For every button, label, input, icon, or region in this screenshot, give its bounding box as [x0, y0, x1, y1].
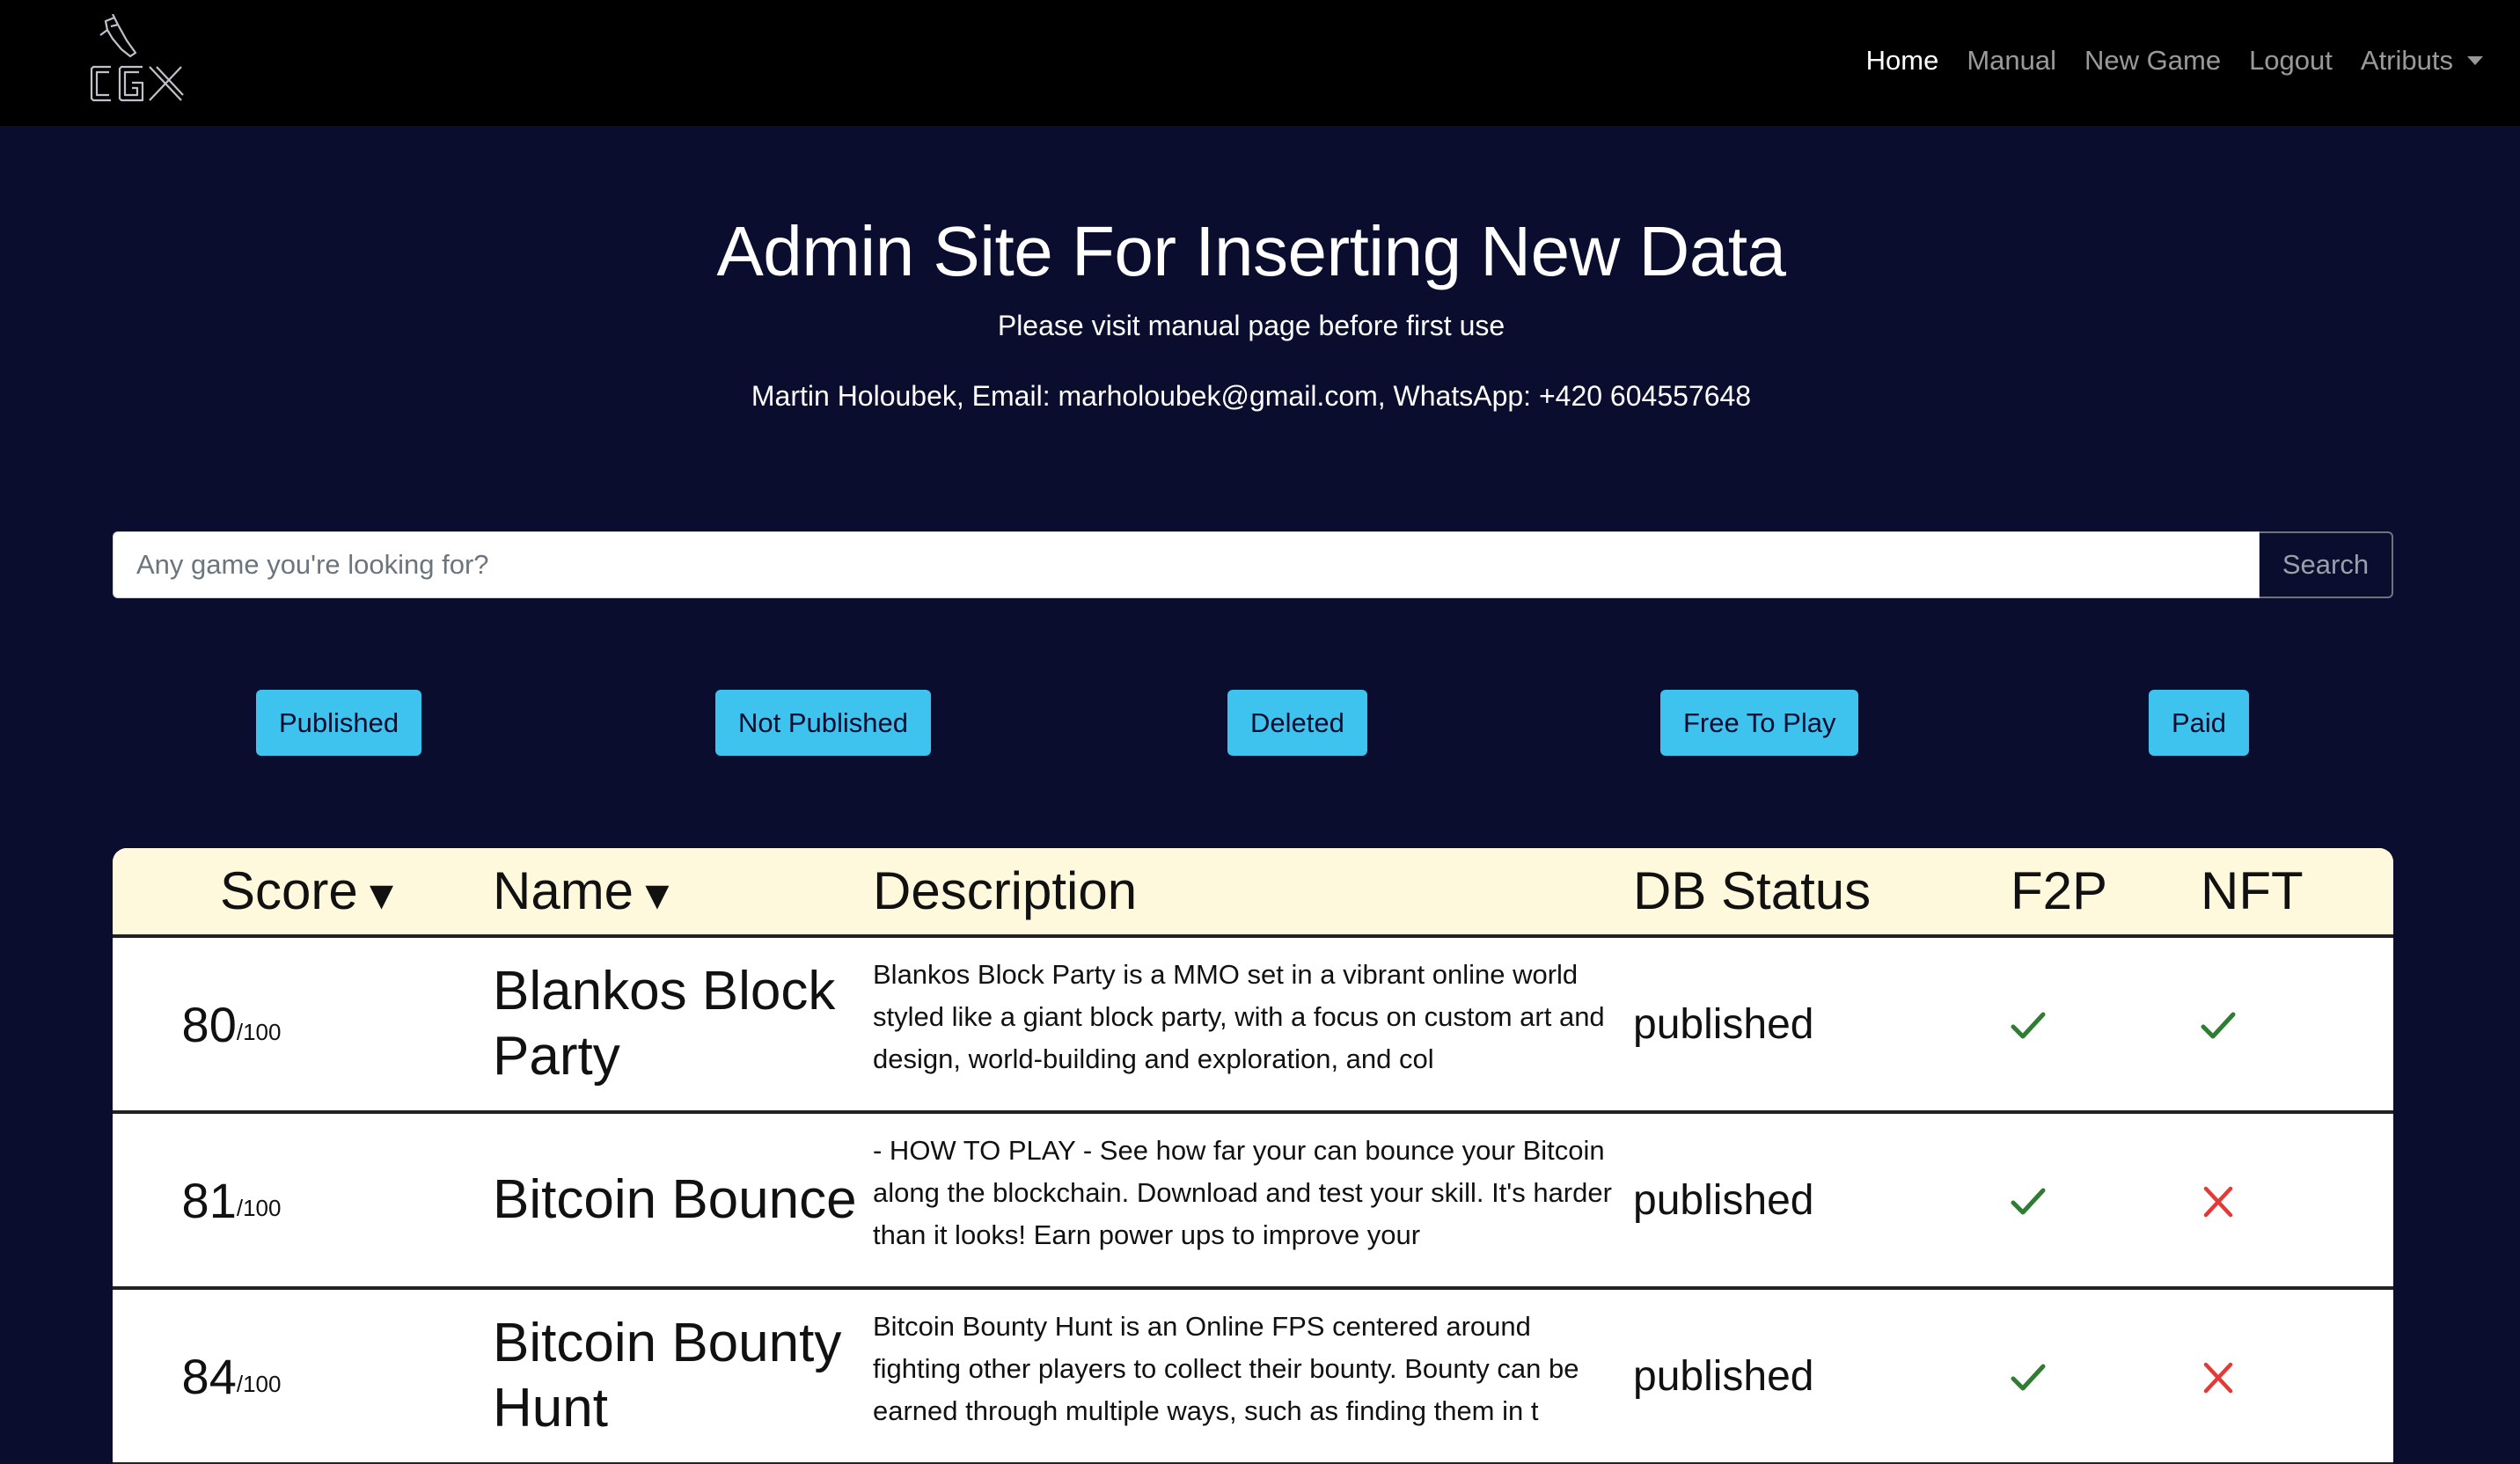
filter-paid-button[interactable]: Paid — [2149, 690, 2250, 756]
page-title: Admin Site For Inserting New Data — [716, 212, 1786, 290]
description-column-header: Description — [873, 861, 1138, 920]
nav-atributs-dropdown[interactable]: Atributs — [2361, 45, 2483, 77]
nav-new-game[interactable]: New Game — [2084, 45, 2221, 77]
name-column-header[interactable]: Name▼ — [493, 848, 678, 934]
score-value: 84 — [181, 1348, 237, 1404]
game-name[interactable]: Blankos Block Party — [493, 938, 871, 1110]
f2p-column-header: F2P — [2011, 861, 2108, 920]
contact-info: Martin Holoubek, Email: marholoubek@gmai… — [751, 380, 1752, 412]
search-bar: Search — [113, 531, 2393, 598]
check-icon — [2011, 1010, 2046, 1042]
score-suffix: /100 — [236, 1194, 282, 1221]
filter-free-to-play-button[interactable]: Free To Play — [1660, 690, 1859, 756]
navbar: Home Manual New Game Logout Atributs — [0, 0, 2520, 126]
nav-manual[interactable]: Manual — [1967, 45, 2056, 77]
table-header: Score▼ Name▼ Description DB Status F2P N… — [113, 848, 2393, 938]
filter-published-button[interactable]: Published — [256, 690, 422, 756]
game-name[interactable]: Bitcoin Bounty Hunt — [493, 1290, 871, 1462]
close-icon — [2201, 1186, 2236, 1218]
nav-home[interactable]: Home — [1866, 45, 1939, 77]
game-description: Blankos Block Party is a MMO set in a vi… — [873, 959, 1605, 1074]
nav-logout[interactable]: Logout — [2249, 45, 2333, 77]
score-suffix: /100 — [236, 1370, 282, 1397]
close-icon — [2201, 1362, 2236, 1394]
check-icon — [2011, 1186, 2046, 1218]
score-value: 80 — [181, 996, 237, 1052]
db-status-column-header: DB Status — [1633, 861, 1872, 920]
game-description: - HOW TO PLAY - See how far your can bou… — [873, 1135, 1612, 1250]
table-row[interactable]: 80/100 Blankos Block Party Blankos Block… — [113, 938, 2393, 1114]
score-column-header[interactable]: Score▼ — [220, 848, 401, 934]
cgx-logo[interactable] — [88, 13, 185, 107]
page-subtitle: Please visit manual page before first us… — [997, 310, 1505, 341]
filter-deleted-button[interactable]: Deleted — [1227, 690, 1367, 756]
search-input[interactable] — [113, 531, 2260, 598]
filter-not-published-button[interactable]: Not Published — [715, 690, 932, 756]
db-status: published — [1633, 1352, 1814, 1400]
db-status: published — [1633, 1176, 1814, 1224]
sort-down-icon: ▼ — [637, 872, 678, 918]
score-cell: 84/100 — [113, 1290, 350, 1462]
check-icon — [2201, 1010, 2236, 1042]
search-button[interactable]: Search — [2260, 531, 2393, 598]
table-row[interactable]: 84/100 Bitcoin Bounty Hunt Bitcoin Bount… — [113, 1290, 2393, 1464]
chevron-down-icon — [2467, 56, 2483, 65]
score-cell: 81/100 — [113, 1114, 350, 1286]
games-table: Score▼ Name▼ Description DB Status F2P N… — [113, 848, 2393, 1464]
check-icon — [2011, 1362, 2046, 1394]
name-header-label: Name — [493, 861, 634, 920]
nav-atributs-label: Atributs — [2360, 45, 2453, 76]
score-value: 81 — [181, 1172, 237, 1228]
nft-column-header: NFT — [2201, 861, 2304, 920]
game-name[interactable]: Bitcoin Bounce — [493, 1114, 871, 1286]
nav-links: Home Manual New Game Logout Atributs — [1838, 0, 2520, 121]
score-header-label: Score — [220, 861, 358, 920]
db-status: published — [1633, 1000, 1814, 1048]
game-description: Bitcoin Bounty Hunt is an Online FPS cen… — [873, 1311, 1579, 1426]
table-row[interactable]: 81/100 Bitcoin Bounce - HOW TO PLAY - Se… — [113, 1114, 2393, 1290]
sort-down-icon: ▼ — [361, 872, 402, 918]
score-suffix: /100 — [236, 1018, 282, 1045]
score-cell: 80/100 — [113, 938, 350, 1110]
